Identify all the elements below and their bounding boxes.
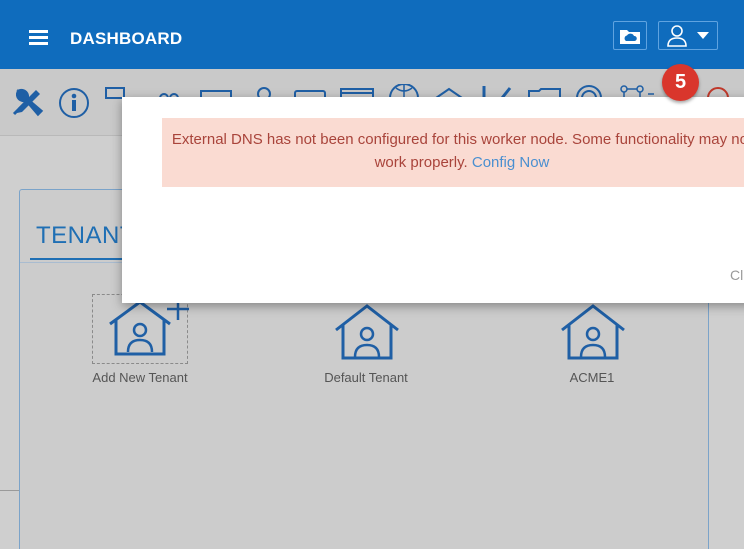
add-tenant-icon bbox=[109, 298, 189, 356]
tenant-house-icon[interactable] bbox=[558, 302, 628, 360]
globe-icon[interactable] bbox=[388, 84, 420, 98]
hamburger-menu-icon[interactable] bbox=[29, 30, 48, 46]
notification-badge[interactable]: 5 bbox=[662, 64, 699, 101]
dns-alert: External DNS has not been configured for… bbox=[162, 118, 744, 187]
top-header: DASHBOARD bbox=[0, 0, 744, 69]
dns-warning-modal: External DNS has not been configured for… bbox=[122, 97, 744, 303]
info-icon[interactable] bbox=[58, 87, 90, 119]
tenant-tab-underline bbox=[30, 258, 130, 260]
page-title: DASHBOARD bbox=[70, 29, 183, 48]
tenant-header: TENANT bbox=[36, 222, 135, 249]
cloud-folder-button[interactable] bbox=[613, 21, 647, 50]
user-menu-button[interactable] bbox=[658, 21, 718, 50]
user-icon bbox=[667, 24, 687, 47]
tools-icon[interactable] bbox=[10, 86, 44, 120]
divider bbox=[0, 490, 19, 491]
cloud-folder-icon bbox=[620, 29, 640, 44]
tenant-house-icon[interactable] bbox=[332, 302, 402, 360]
chevron-down-icon bbox=[697, 31, 709, 39]
alert-message: External DNS has not been configured for… bbox=[171, 131, 744, 171]
fingerprint-icon[interactable] bbox=[574, 84, 604, 98]
config-now-link[interactable]: Config Now bbox=[472, 154, 550, 171]
close-button[interactable]: Cl bbox=[730, 267, 743, 283]
